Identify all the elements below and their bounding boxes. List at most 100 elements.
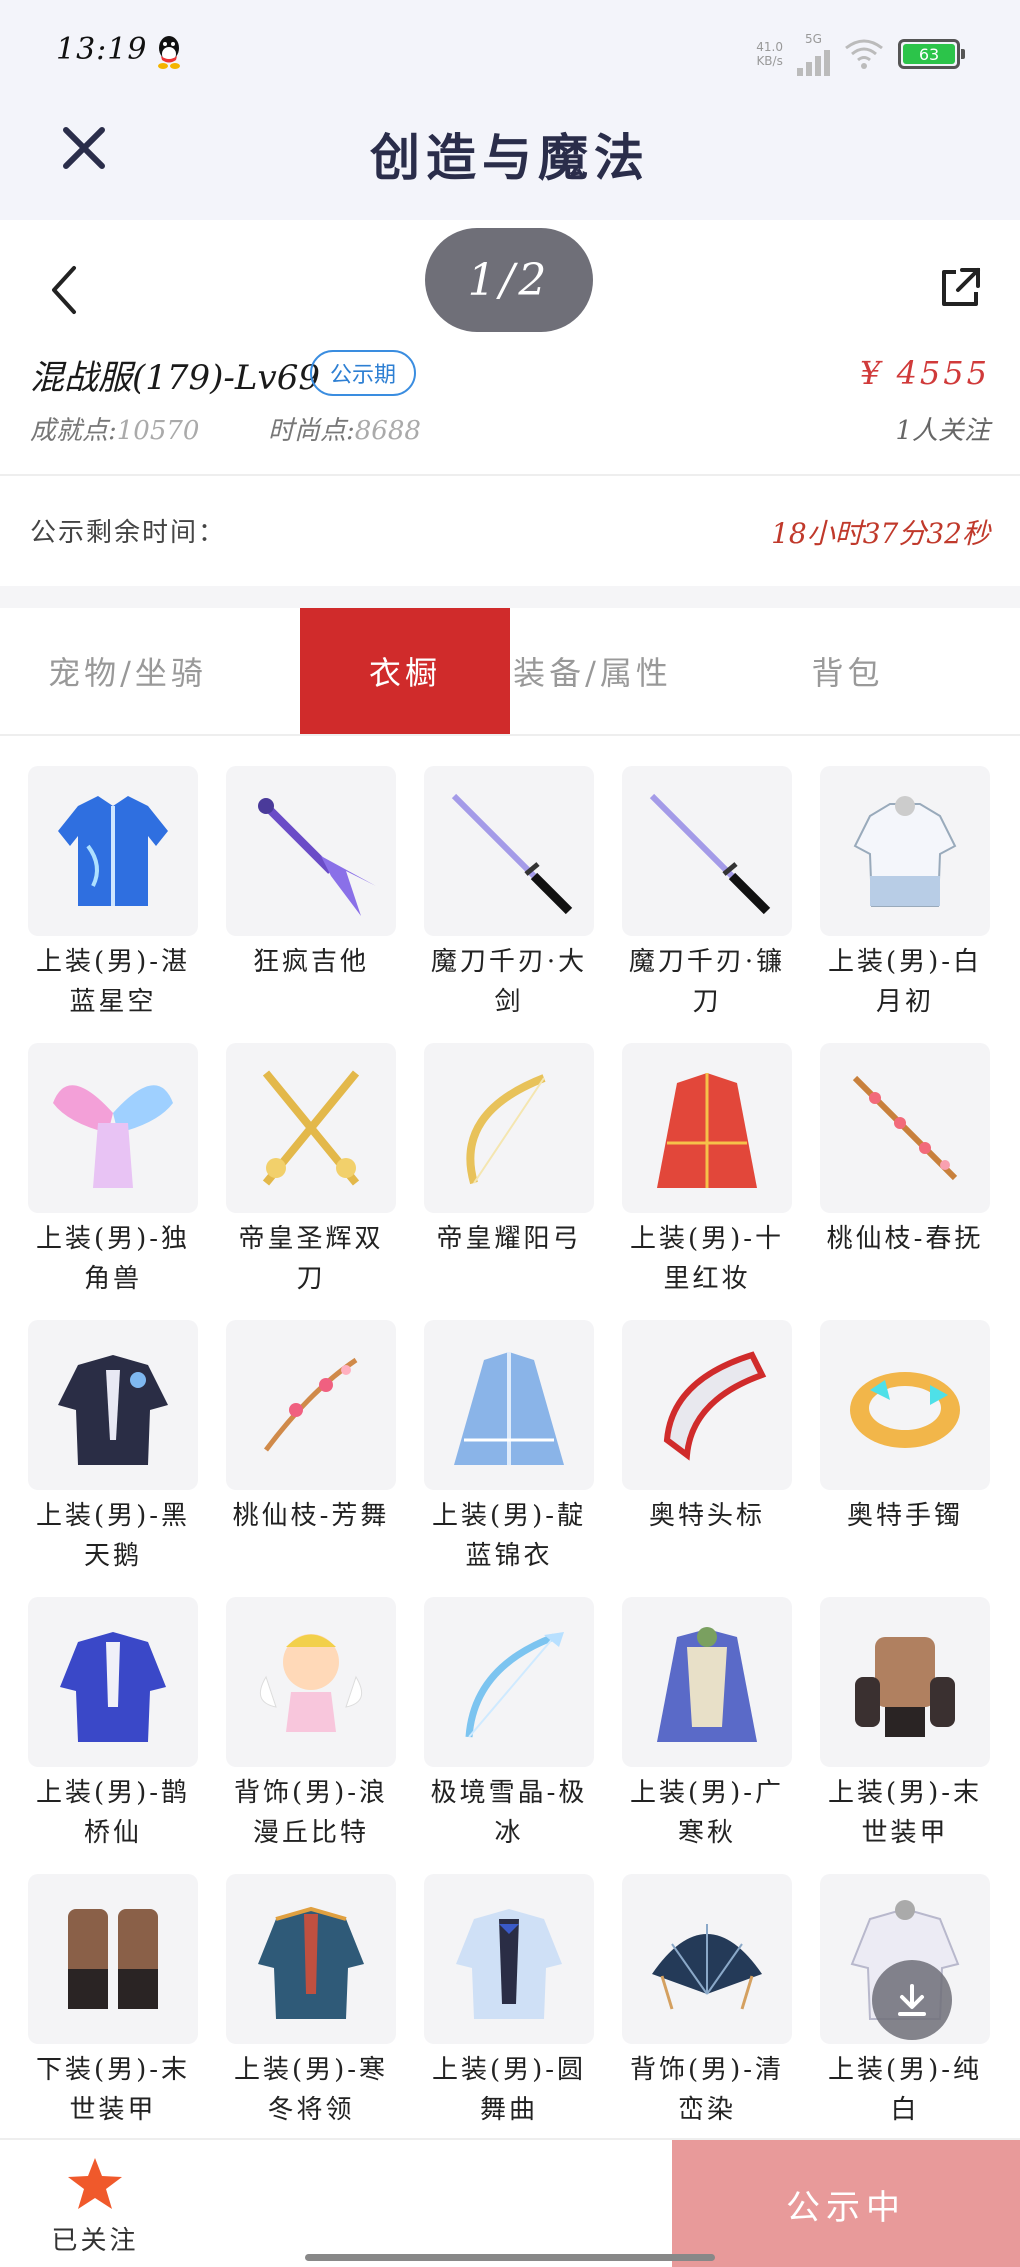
public-status-button[interactable]: 公示中 (672, 2140, 1020, 2267)
wardrobe-item[interactable]: 魔刀千刃·镰刀 (622, 766, 792, 1043)
net-speed: 41.0 KB/s (756, 40, 783, 68)
divider (0, 474, 1020, 476)
status-right: 41.0 KB/s 5G 63 (756, 32, 965, 76)
autumn-robe-icon (657, 1627, 757, 1742)
wardrobe-item[interactable]: 上装(男)-独角兽 (28, 1043, 198, 1320)
item-thumbnail (28, 1874, 198, 2044)
item-label: 上装(男)-十里红妆 (629, 1224, 785, 1294)
qq-icon (158, 36, 180, 69)
wardrobe-item[interactable]: 帝皇耀阳弓 (424, 1043, 594, 1320)
item-label: 上装(男)-广寒秋 (629, 1778, 785, 1848)
remaining-time-label: 公示剩余时间： (30, 518, 227, 548)
back-icon[interactable] (44, 260, 84, 320)
item-label: 上装(男)-独角兽 (35, 1224, 191, 1294)
item-label: 上装(男)-鹊桥仙 (35, 1778, 191, 1848)
item-label: 帝皇耀阳弓 (436, 1224, 582, 1254)
wardrobe-item[interactable]: 下装(男)-末世装甲 (28, 1874, 198, 2151)
wardrobe-item[interactable]: 上装(男)-寒冬将领 (226, 1874, 396, 2151)
network-label: 5G (805, 32, 822, 46)
wardrobe-item[interactable]: 上装(男)-鹊桥仙 (28, 1597, 198, 1874)
item-label: 极境雪晶-极冰 (430, 1778, 588, 1848)
wardrobe-item[interactable]: 上装(男)-广寒秋 (622, 1597, 792, 1874)
item-thumbnail (28, 766, 198, 936)
item-label: 奥特手镯 (846, 1501, 963, 1531)
wardrobe-item[interactable]: 上装(男)-黑天鹅 (28, 1320, 198, 1597)
top-area: 13:19 41.0 KB/s 5G 63 创造与魔法 (0, 0, 1020, 220)
red-robe-icon (657, 1073, 757, 1188)
item-label: 下装(男)-末世装甲 (35, 2055, 191, 2125)
net-speed-value: 41.0 (756, 40, 783, 54)
wardrobe-item[interactable]: 桃仙枝-春抚 (820, 1043, 990, 1320)
wardrobe-item[interactable]: 帝皇圣辉双刀 (226, 1043, 396, 1320)
item-thumbnail (820, 1043, 990, 1213)
wardrobe-item[interactable]: 奥特头标 (622, 1320, 792, 1597)
item-thumbnail (622, 766, 792, 936)
status-badge: 公示期 (310, 350, 417, 396)
item-thumbnail (424, 1320, 594, 1490)
wardrobe-item[interactable]: 极境雪晶-极冰 (424, 1597, 594, 1874)
tab-bar: 宠物/坐骑 衣橱 装备/属性 背包 (0, 608, 1020, 736)
wardrobe-item[interactable]: 狂疯吉他 (226, 766, 396, 1043)
item-thumbnail (622, 1320, 792, 1490)
wardrobe-item[interactable]: 上装(男)-圆舞曲 (424, 1874, 594, 2151)
ultra-bracelet-icon (850, 1372, 960, 1448)
wardrobe-item[interactable]: 上装(男)-靛蓝锦衣 (424, 1320, 594, 1597)
wifi-icon (845, 39, 883, 69)
home-indicator (305, 2254, 715, 2261)
follow-label: 已关注 (51, 2226, 139, 2256)
item-thumbnail (424, 1874, 594, 2044)
wardrobe-item[interactable]: 背饰(男)-浪漫丘比特 (226, 1597, 396, 1874)
item-thumbnail (622, 1043, 792, 1213)
battery-icon: 63 (898, 39, 965, 69)
download-button[interactable] (872, 1960, 952, 2040)
golden-twin-blades-icon (262, 1070, 360, 1186)
tab-pets-mounts[interactable]: 宠物/坐骑 (0, 608, 255, 734)
remaining-time-value: 18小时37分32秒 (771, 517, 990, 550)
item-label: 狂疯吉他 (252, 947, 369, 977)
tab-backpack[interactable]: 背包 (720, 608, 975, 734)
download-icon (898, 1984, 926, 2016)
tab-equipment-attributes[interactable]: 装备/属性 (465, 608, 720, 734)
ice-bow-icon (465, 1632, 564, 1738)
item-thumbnail (226, 1874, 396, 2044)
wardrobe-item[interactable]: 魔刀千刃·大剑 (424, 766, 594, 1043)
cupid-icon (259, 1634, 363, 1732)
katana-icon (451, 793, 573, 915)
follow-button[interactable]: 已关注 (0, 2140, 190, 2267)
app-title: 创造与魔法 (370, 128, 650, 187)
item-thumbnail (28, 1320, 198, 1490)
indigo-robe-icon (454, 1352, 564, 1465)
price: ¥ 4555 (860, 354, 990, 392)
ultra-crest-icon (663, 1351, 767, 1461)
fashion-label: 时尚点: (268, 416, 355, 446)
status-bar: 13:19 41.0 KB/s 5G 63 (0, 0, 1020, 100)
wardrobe-item[interactable]: 上装(男)-白月初 (820, 766, 990, 1043)
wardrobe-item[interactable]: 背饰(男)-清峦染 (622, 1874, 792, 2151)
item-label: 背饰(男)-浪漫丘比特 (233, 1778, 389, 1848)
item-thumbnail (622, 1874, 792, 2044)
share-icon[interactable] (936, 264, 984, 312)
item-label: 上装(男)-湛蓝星空 (35, 947, 191, 1017)
item-label: 上装(男)-末世装甲 (827, 1778, 983, 1848)
item-label: 上装(男)-纯白 (827, 2055, 983, 2125)
item-label: 上装(男)-黑天鹅 (35, 1501, 191, 1571)
item-label: 上装(男)-靛蓝锦衣 (431, 1501, 587, 1571)
wardrobe-item[interactable]: 奥特手镯 (820, 1320, 990, 1597)
blue-coat-icon (58, 796, 168, 906)
star-icon (68, 2158, 122, 2209)
item-thumbnail (424, 1597, 594, 1767)
fashion-value: 8688 (354, 416, 421, 446)
achievement-stat: 成就点:10570 (30, 410, 199, 447)
wardrobe-item[interactable]: 上装(男)-末世装甲 (820, 1597, 990, 1874)
wardrobe-item[interactable]: 上装(男)-十里红妆 (622, 1043, 792, 1320)
item-thumbnail (226, 766, 396, 936)
item-title: 混战服(179)-Lv69 (30, 358, 320, 398)
bottom-bar: 已关注 公示中 (0, 2138, 1020, 2267)
item-label: 魔刀千刃·镰刀 (628, 947, 786, 1017)
white-shirt-icon (853, 796, 957, 907)
wardrobe-item[interactable]: 桃仙枝-芳舞 (226, 1320, 396, 1597)
wardrobe-item[interactable]: 上装(男)-湛蓝星空 (28, 766, 198, 1043)
guitar-icon (258, 798, 376, 916)
winter-general-icon (258, 1906, 364, 2019)
item-thumbnail (226, 1320, 396, 1490)
